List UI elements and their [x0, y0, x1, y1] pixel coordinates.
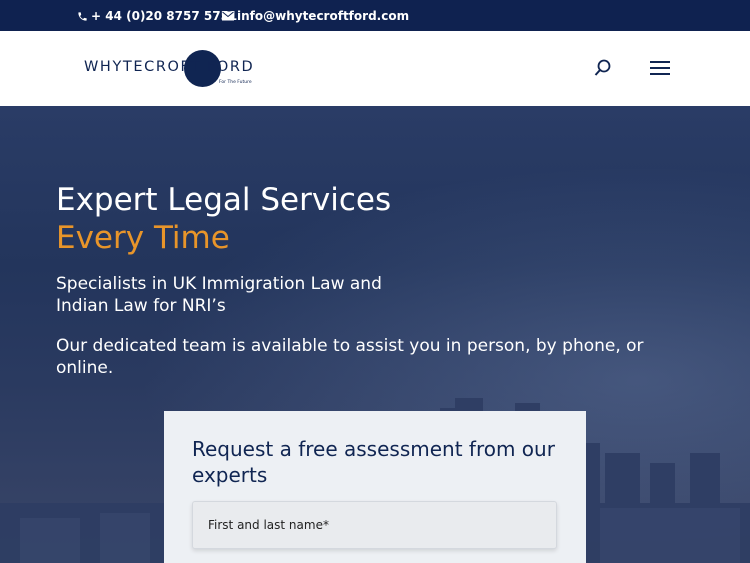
phone-icon — [78, 11, 87, 21]
hamburger-menu-icon — [650, 61, 670, 75]
site-header: WHYTECROFT FORD For The Future — [0, 31, 750, 106]
assessment-form-card: Request a free assessment from our exper… — [164, 411, 586, 563]
logo-tagline: For The Future — [219, 80, 252, 85]
search-icon — [594, 59, 611, 76]
logo[interactable]: WHYTECROFT FORD For The Future — [84, 48, 264, 90]
contact-bar: + 44 (0)20 8757 5751 info@whytecroftford… — [0, 0, 750, 31]
hero-accent-text: Every Time — [56, 220, 230, 256]
logo-wordmark: WHYTECROFT FORD — [84, 59, 255, 75]
hero-subtitle: Specialists in UK Immigration Law and In… — [56, 274, 382, 316]
menu-button[interactable] — [649, 59, 671, 77]
search-button[interactable] — [594, 59, 612, 77]
phone-number: + 44 (0)20 8757 5751 — [91, 9, 238, 23]
name-field[interactable] — [192, 501, 557, 549]
email-link[interactable]: info@whytecroftford.com — [222, 9, 409, 23]
hero-title: Expert Legal Services — [56, 182, 392, 218]
envelope-icon — [222, 11, 234, 21]
hero-description: Our dedicated team is available to assis… — [56, 336, 644, 378]
email-address: info@whytecroftford.com — [237, 9, 410, 23]
phone-link[interactable]: + 44 (0)20 8757 5751 — [77, 9, 237, 23]
form-title: Request a free assessment from our exper… — [192, 437, 555, 487]
